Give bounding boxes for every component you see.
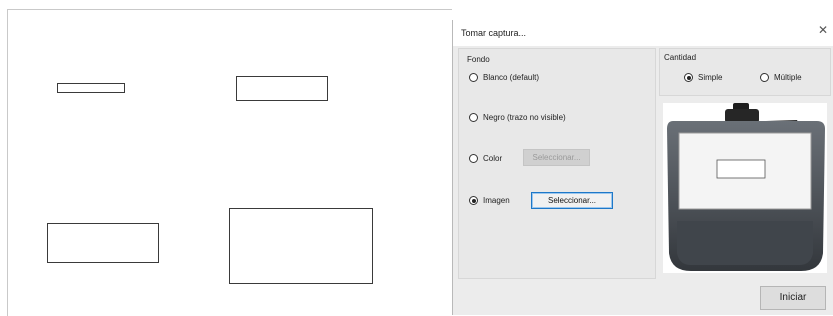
radio-color[interactable]: Color [469, 154, 502, 163]
radio-simple-label: Simple [698, 73, 723, 82]
capture-dialog: Tomar captura... ✕ Fondo Blanco (default… [452, 20, 833, 315]
radio-image[interactable]: Imagen [469, 196, 510, 205]
close-icon[interactable]: ✕ [816, 23, 830, 37]
radio-image-label: Imagen [483, 196, 510, 205]
radio-black-label: Negro (trazo no visible) [483, 113, 566, 122]
radio-multiple[interactable]: Múltiple [760, 73, 802, 82]
radio-color-label: Color [483, 154, 503, 163]
signature-canvas [0, 0, 452, 316]
start-button[interactable]: Iniciar [760, 286, 826, 310]
radio-black[interactable]: Negro (trazo no visible) [469, 113, 566, 122]
radio-white-circle[interactable] [469, 73, 478, 82]
dialog-titlebar: Tomar captura... ✕ [453, 20, 833, 46]
rectangle-1 [57, 83, 125, 93]
image-select-button[interactable]: Seleccionar... [531, 192, 613, 209]
radio-image-circle[interactable] [469, 196, 478, 205]
radio-multiple-label: Múltiple [774, 73, 802, 82]
rectangle-3 [47, 223, 159, 263]
signature-pad-icon [667, 103, 825, 271]
background-group-label: Fondo [467, 55, 490, 64]
rectangle-4 [229, 208, 373, 284]
radio-multiple-circle[interactable] [760, 73, 769, 82]
quantity-group-label: Cantidad [664, 53, 697, 62]
dialog-title: Tomar captura... [461, 28, 527, 38]
signature-pad-preview [663, 103, 827, 273]
radio-color-circle[interactable] [469, 154, 478, 163]
quantity-group: Cantidad Simple Múltiple [659, 48, 831, 96]
background-group: Fondo Blanco (default) Negro (trazo no v… [458, 48, 656, 279]
radio-white[interactable]: Blanco (default) [469, 73, 539, 82]
radio-white-label: Blanco (default) [483, 73, 540, 82]
radio-black-circle[interactable] [469, 113, 478, 122]
radio-simple-circle[interactable] [684, 73, 693, 82]
color-select-button[interactable]: Seleccionar... [523, 149, 590, 166]
radio-simple[interactable]: Simple [684, 73, 722, 82]
rectangle-2 [236, 76, 328, 101]
